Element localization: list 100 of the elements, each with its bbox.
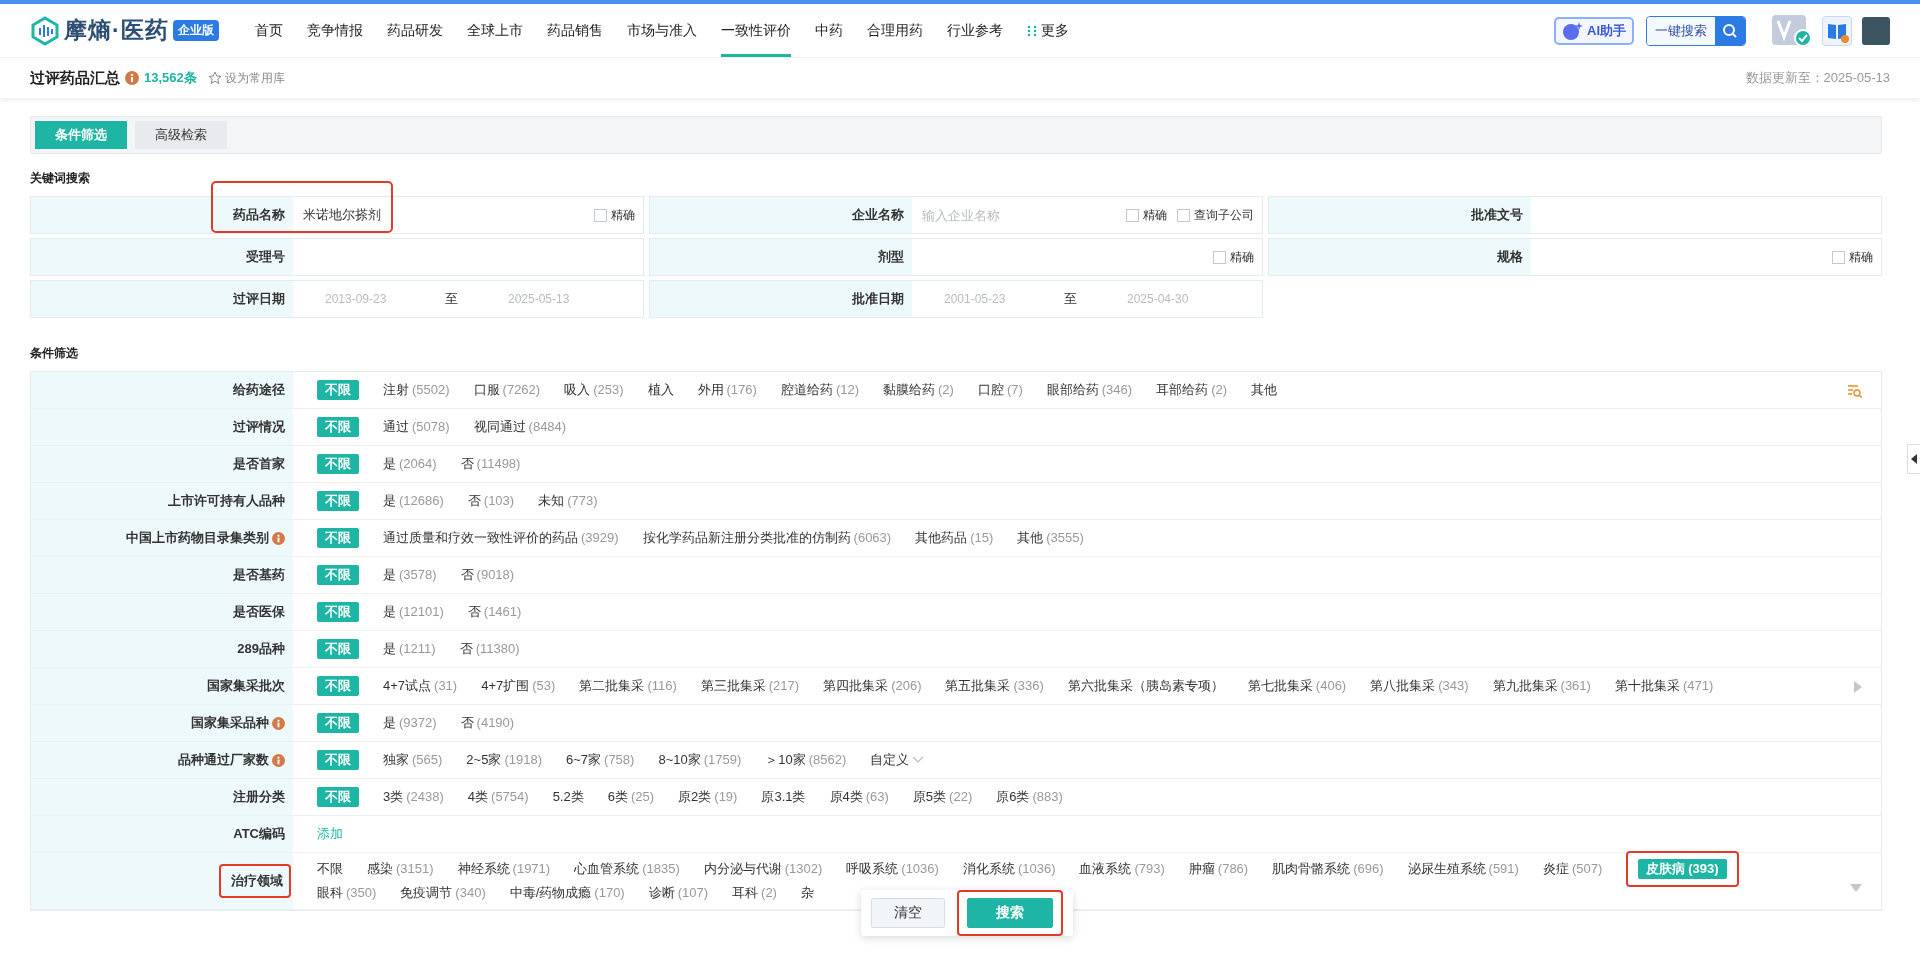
filter-option[interactable]: 通过质量和疗效一致性评价的药品 (3929): [383, 528, 619, 548]
filter-option[interactable]: 第二批集采 (116): [579, 676, 677, 696]
info-icon[interactable]: [272, 753, 285, 767]
filter-option[interactable]: 原4类 (63): [829, 787, 889, 807]
filter-option[interactable]: 第六批集采（胰岛素专项）: [1067, 676, 1224, 696]
filter-option[interactable]: 神经系统 (1971): [457, 859, 551, 879]
filter-option[interactable]: 耳部给药 (2): [1156, 380, 1228, 400]
search-button[interactable]: [1715, 16, 1745, 45]
filter-option[interactable]: 消化系统 (1036): [962, 859, 1056, 879]
vip-badge-icon[interactable]: [1772, 14, 1812, 47]
list-search-icon[interactable]: [1847, 384, 1863, 398]
filter-option[interactable]: 其他药品 (15): [915, 528, 994, 548]
nav-tab[interactable]: 首页: [254, 4, 283, 57]
filter-option[interactable]: 是 (3578): [383, 565, 437, 585]
filter-option[interactable]: 眼科 (350): [317, 883, 377, 903]
avatar-placeholder[interactable]: [1862, 16, 1890, 45]
filter-option[interactable]: 肌肉骨骼系统 (696): [1272, 859, 1384, 879]
start-date-field[interactable]: 2001-05-23: [942, 291, 1036, 307]
nav-tab[interactable]: 全球上市: [466, 4, 523, 57]
filter-option[interactable]: 第七批集采 (406): [1247, 676, 1347, 696]
filter-option[interactable]: 口服 (7262): [473, 380, 541, 400]
filter-option[interactable]: 否 (1461): [467, 602, 522, 622]
filter-option[interactable]: 心血管系统 (1835): [574, 859, 680, 879]
checkbox[interactable]: 查询子公司: [1177, 206, 1254, 224]
end-date-field[interactable]: 2025-05-13: [506, 291, 600, 307]
more-menu-button[interactable]: 更多: [1026, 4, 1069, 57]
text-input-field[interactable]: 米诺地尔搽剂: [301, 206, 584, 224]
filter-option[interactable]: ＞10家 (8562): [765, 750, 847, 770]
filter-option[interactable]: 原6类 (883): [996, 787, 1063, 807]
collapse-handle[interactable]: [1907, 444, 1920, 474]
filter-option[interactable]: 眼部给药 (346): [1046, 380, 1133, 400]
filter-option[interactable]: 感染 (3151): [367, 859, 434, 879]
filter-option[interactable]: 未知 (773): [538, 491, 598, 511]
filter-option[interactable]: 植入: [647, 380, 674, 400]
filter-option[interactable]: 注射 (5502): [383, 380, 450, 400]
filter-option[interactable]: 否 (103): [467, 491, 515, 511]
start-date-field[interactable]: 2013-09-23: [323, 291, 417, 307]
favorite-button[interactable]: 设为常用库: [207, 69, 285, 87]
filter-option[interactable]: 独家 (565): [383, 750, 443, 770]
book-icon[interactable]: [1822, 15, 1852, 46]
filter-option[interactable]: 内分泌与代谢 (1302): [703, 859, 823, 879]
checkbox[interactable]: 精确: [1213, 248, 1254, 266]
filter-option[interactable]: 免疫调节 (340): [400, 883, 486, 903]
end-date-field[interactable]: 2025-04-30: [1125, 291, 1219, 307]
filter-option[interactable]: 6~7家 (758): [566, 750, 635, 770]
filter-option[interactable]: 否 (11498): [460, 454, 521, 474]
checkbox[interactable]: 精确: [1832, 248, 1873, 266]
scroll-right-icon[interactable]: [1853, 680, 1863, 694]
filter-option[interactable]: 原5类 (22): [912, 787, 973, 807]
filter-option[interactable]: 第八批集采 (343): [1370, 676, 1469, 696]
nav-tab[interactable]: 一致性评价: [720, 4, 791, 57]
filter-option[interactable]: 是 (1211): [383, 639, 436, 659]
info-icon[interactable]: [125, 71, 139, 85]
filter-option[interactable]: 口腔 (7): [977, 380, 1023, 400]
filter-option[interactable]: 血液系统 (793): [1079, 859, 1165, 879]
filter-option[interactable]: 4+7扩围 (53): [481, 676, 556, 696]
nav-tab[interactable]: 药品销售: [546, 4, 603, 57]
nav-tab[interactable]: 行业参考: [946, 4, 1003, 57]
nav-tab[interactable]: 竞争情报: [306, 4, 363, 57]
filter-option[interactable]: 按化学药品新注册分类批准的仿制药 (6063): [642, 528, 892, 548]
filter-option[interactable]: 耳科 (2): [732, 883, 777, 903]
filter-option[interactable]: 否 (11380): [459, 639, 520, 659]
nav-tab[interactable]: 合理用药: [866, 4, 923, 57]
filter-option[interactable]: 4类 (5754): [467, 787, 529, 807]
filter-option[interactable]: 杂: [800, 883, 814, 903]
nav-tab[interactable]: 药品研发: [386, 4, 443, 57]
text-input-field[interactable]: 输入企业名称: [920, 206, 1116, 224]
filter-option[interactable]: 诊断 (107): [648, 883, 709, 903]
filter-tab[interactable]: 高级检索: [135, 121, 227, 149]
filter-option[interactable]: 5.2类: [552, 787, 584, 807]
filter-option[interactable]: 第四批集采 (206): [823, 676, 922, 696]
filter-option[interactable]: 其他 (3555): [1017, 528, 1084, 548]
filter-option[interactable]: 第十批集采 (471): [1614, 676, 1714, 696]
filter-option[interactable]: 中毒/药物成瘾 (170): [509, 883, 625, 903]
filter-option[interactable]: 通过 (5078): [383, 417, 450, 437]
nav-tab[interactable]: 中药: [814, 4, 843, 57]
filter-option[interactable]: 6类 (25): [607, 787, 655, 807]
filter-option[interactable]: 原2类 (19): [678, 787, 738, 807]
filter-option[interactable]: 肿瘤 (786): [1188, 859, 1249, 879]
filter-option[interactable]: 3类 (2438): [383, 787, 444, 807]
filter-option[interactable]: 原3.1类: [761, 787, 806, 807]
filter-option[interactable]: 其他: [1251, 380, 1278, 400]
filter-option[interactable]: 炎症 (507): [1542, 859, 1603, 879]
info-icon[interactable]: [272, 531, 285, 545]
filter-option[interactable]: 第五批集采 (336): [945, 676, 1044, 696]
custom-dropdown[interactable]: 自定义: [870, 750, 925, 770]
filter-option[interactable]: 是 (12686): [383, 491, 444, 511]
filter-option[interactable]: 8~10家 (1759): [658, 750, 742, 770]
checkbox[interactable]: 精确: [594, 206, 635, 224]
filter-option[interactable]: 是 (9372): [383, 713, 437, 733]
clear-button[interactable]: 清空: [871, 898, 945, 928]
filter-option[interactable]: 是 (2064): [383, 454, 437, 474]
filter-option[interactable]: 4+7试点 (31): [383, 676, 458, 696]
nav-tab[interactable]: 市场与准入: [626, 4, 697, 57]
filter-option[interactable]: 吸入 (253): [564, 380, 624, 400]
filter-option[interactable]: 不限: [317, 859, 343, 879]
filter-option[interactable]: 是 (12101): [383, 602, 444, 622]
filter-option[interactable]: 否 (4190): [460, 713, 515, 733]
filter-option[interactable]: 泌尿生殖系统 (591): [1407, 859, 1519, 879]
info-icon[interactable]: [272, 716, 285, 730]
